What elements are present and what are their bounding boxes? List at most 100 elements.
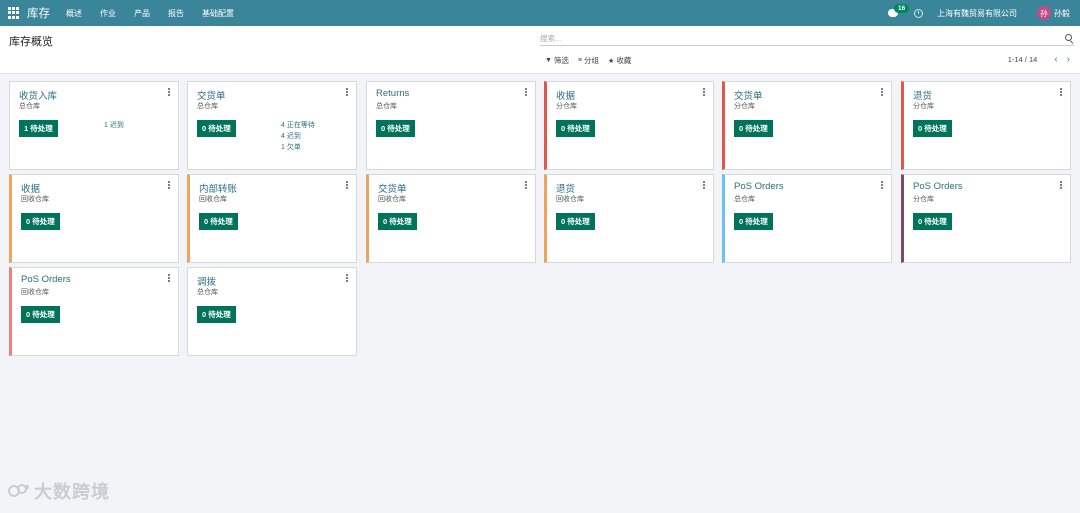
star-icon: ★ [608,57,615,65]
to-process-button[interactable]: 0 待处理 [376,120,415,137]
menu-operations[interactable]: 作业 [100,8,116,19]
card-title[interactable]: Returns [376,88,409,99]
card-warehouse: 回收仓库 [21,289,49,296]
card-title[interactable]: 交货单 [378,181,407,195]
chat-icon[interactable]: 16 [888,4,910,17]
list-icon: ≡ [577,57,583,64]
to-process-button[interactable]: 0 待处理 [913,120,952,137]
to-process-button[interactable]: 0 待处理 [197,306,236,323]
card-warehouse: 总仓库 [19,103,40,110]
kebab-menu-icon[interactable] [346,88,348,96]
menu-products[interactable]: 产品 [134,8,150,19]
kebab-menu-icon[interactable] [703,88,705,96]
menu-overview[interactable]: 概述 [66,8,82,19]
picking-type-card[interactable]: PoS Orders 回收仓库 0 待处理 [9,267,179,356]
to-process-button[interactable]: 0 待处理 [197,120,236,137]
picking-type-card[interactable]: 交货单 总仓库 0 待处理 4 正在等待 4 迟到 1 欠单 [187,81,357,170]
picking-type-card[interactable]: 退货 分仓库 0 待处理 [901,81,1071,170]
to-process-button[interactable]: 0 待处理 [21,306,60,323]
to-process-button[interactable]: 0 待处理 [378,213,417,230]
card-stat-link[interactable]: 4 迟到 [281,131,315,142]
picking-type-card[interactable]: 退货 回收仓库 0 待处理 [544,174,714,263]
card-title[interactable]: 收据 [21,181,40,195]
search-input[interactable] [540,32,1060,45]
picking-type-card[interactable]: PoS Orders 分仓库 0 待处理 [901,174,1071,263]
to-process-button[interactable]: 0 待处理 [734,120,773,137]
chat-count-badge: 16 [894,4,910,13]
user-menu[interactable]: 孙毅 [1054,8,1070,19]
card-title[interactable]: PoS Orders [734,181,784,192]
filter-icon: ▼ [545,57,552,64]
company-switcher[interactable]: 上海有魏贸易有限公司 [937,8,1017,19]
card-title[interactable]: 内部转账 [199,181,237,195]
kebab-menu-icon[interactable] [346,274,348,282]
picking-type-card[interactable]: 内部转账 回收仓库 0 待处理 [187,174,357,263]
kebab-menu-icon[interactable] [881,88,883,96]
pager-next-icon[interactable]: › [1067,54,1070,64]
control-panel: 库存概览 ▼ 筛选 ≡ 分组 ★ 收藏 1-14 / 14 ‹ › [0,26,1080,74]
kebab-menu-icon[interactable] [881,181,883,189]
favorites-button[interactable]: ★ 收藏 [608,55,631,66]
kebab-menu-icon[interactable] [1060,88,1062,96]
search-bar [540,32,1074,46]
picking-type-card[interactable]: 收据 回收仓库 0 待处理 [9,174,179,263]
picking-type-card[interactable]: 调拨 总仓库 0 待处理 [187,267,357,356]
activity-clock-icon[interactable] [914,8,923,18]
avatar[interactable]: 孙 [1037,6,1051,20]
filter-button[interactable]: ▼ 筛选 [545,55,569,66]
picking-type-card[interactable]: 收货入库 总仓库 1 待处理 1 迟到 [9,81,179,170]
watermark-logo: 大数跨境 [8,478,110,504]
pager: 1-14 / 14 ‹ › [1008,54,1070,64]
kebab-menu-icon[interactable] [168,88,170,96]
card-title[interactable]: PoS Orders [21,274,71,285]
kebab-menu-icon[interactable] [346,181,348,189]
group-by-label: 分组 [584,56,600,65]
pager-value[interactable]: 1-14 / 14 [1008,55,1038,64]
menu-configuration[interactable]: 基础配置 [202,8,234,19]
card-stats: 1 迟到 [104,120,124,131]
picking-type-card[interactable]: 交货单 回收仓库 0 待处理 [366,174,536,263]
app-brand[interactable]: 库存 [27,5,50,21]
card-stat-link[interactable]: 4 正在等待 [281,120,315,131]
card-title[interactable]: 交货单 [197,88,226,102]
kebab-menu-icon[interactable] [525,181,527,189]
to-process-button[interactable]: 0 待处理 [556,213,595,230]
kebab-menu-icon[interactable] [703,181,705,189]
card-title[interactable]: PoS Orders [913,181,963,192]
picking-type-card[interactable]: 收据 分仓库 0 待处理 [544,81,714,170]
card-stat-link[interactable]: 1 迟到 [104,120,124,131]
pager-previous-icon[interactable]: ‹ [1054,54,1057,64]
card-title[interactable]: 交货单 [734,88,763,102]
to-process-button[interactable]: 0 待处理 [913,213,952,230]
card-title[interactable]: 退货 [913,88,932,102]
picking-type-card[interactable]: PoS Orders 总仓库 0 待处理 [722,174,892,263]
card-warehouse: 总仓库 [197,103,218,110]
kebab-menu-icon[interactable] [525,88,527,96]
kebab-menu-icon[interactable] [1060,181,1062,189]
apps-grid-icon[interactable] [8,7,20,19]
card-stat-link[interactable]: 1 欠单 [281,142,315,153]
to-process-button[interactable]: 0 待处理 [21,213,60,230]
kebab-menu-icon[interactable] [168,274,170,282]
to-process-button[interactable]: 1 待处理 [19,120,58,137]
card-title[interactable]: 收据 [556,88,575,102]
to-process-button[interactable]: 0 待处理 [734,213,773,230]
to-process-button[interactable]: 0 待处理 [556,120,595,137]
card-title[interactable]: 收货入库 [19,88,57,102]
watermark-icon [8,484,29,497]
card-warehouse: 回收仓库 [21,196,49,203]
search-icon[interactable] [1065,34,1072,41]
kebab-menu-icon[interactable] [168,181,170,189]
card-stats: 4 正在等待 4 迟到 1 欠单 [281,120,315,153]
card-title[interactable]: 退货 [556,181,575,195]
card-warehouse: 分仓库 [913,103,934,110]
favorites-label: 收藏 [616,56,632,65]
menu-reporting[interactable]: 报告 [168,8,184,19]
card-title[interactable]: 调拨 [197,274,216,288]
picking-type-card[interactable]: Returns 总仓库 0 待处理 [366,81,536,170]
card-warehouse: 分仓库 [556,103,577,110]
card-warehouse: 总仓库 [376,103,397,110]
to-process-button[interactable]: 0 待处理 [199,213,238,230]
group-by-button[interactable]: ≡ 分组 [578,55,599,66]
picking-type-card[interactable]: 交货单 分仓库 0 待处理 [722,81,892,170]
